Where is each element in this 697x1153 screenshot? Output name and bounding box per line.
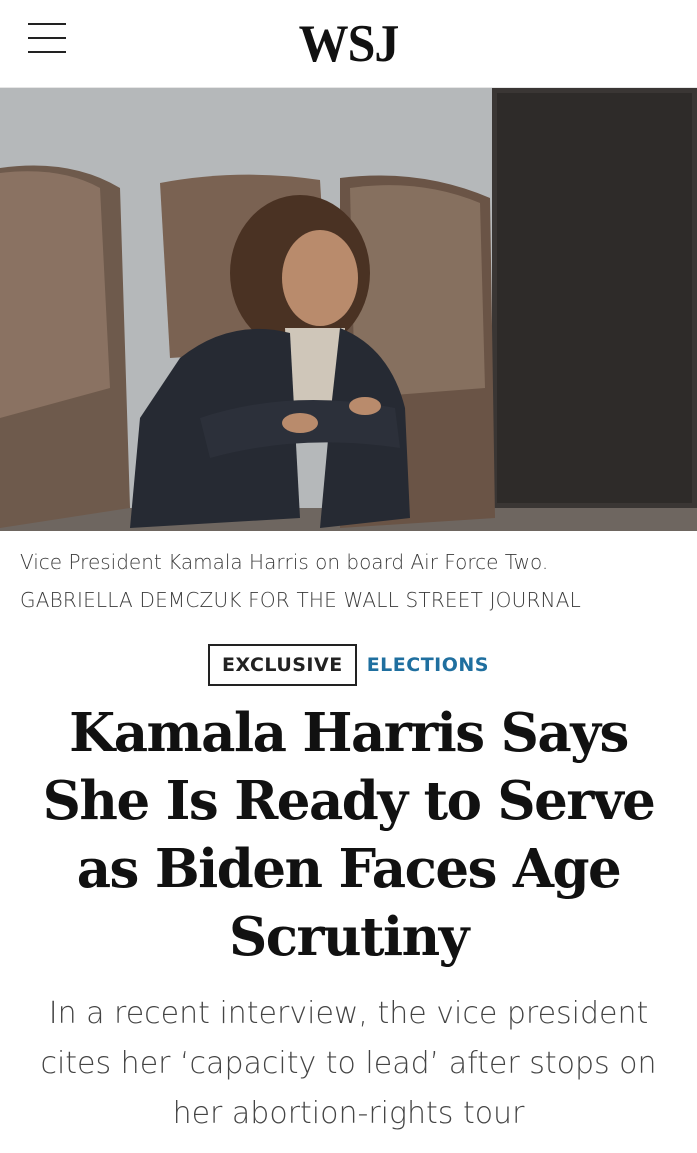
photo-caption: Vice President Kamala Harris on board Ai… <box>0 531 697 619</box>
top-navigation-bar: WSJ <box>0 0 697 88</box>
section-link-elections[interactable]: ELECTIONS <box>357 646 489 684</box>
exclusive-badge: EXCLUSIVE <box>208 644 357 686</box>
article-dek: In a recent interview, the vice presiden… <box>40 996 657 1131</box>
hero-photo <box>0 88 697 531</box>
caption-text: Vice President Kamala Harris on board Ai… <box>20 550 549 574</box>
article-headline: Kamala Harris Says She Is Ready to Serve… <box>42 702 656 968</box>
article-tags: EXCLUSIVE ELECTIONS <box>0 644 697 686</box>
wsj-logo[interactable]: WSJ <box>0 13 697 74</box>
hero-image <box>0 88 697 531</box>
photo-credit: GABRIELLA DEMCZUK FOR THE WALL STREET JO… <box>20 588 581 612</box>
